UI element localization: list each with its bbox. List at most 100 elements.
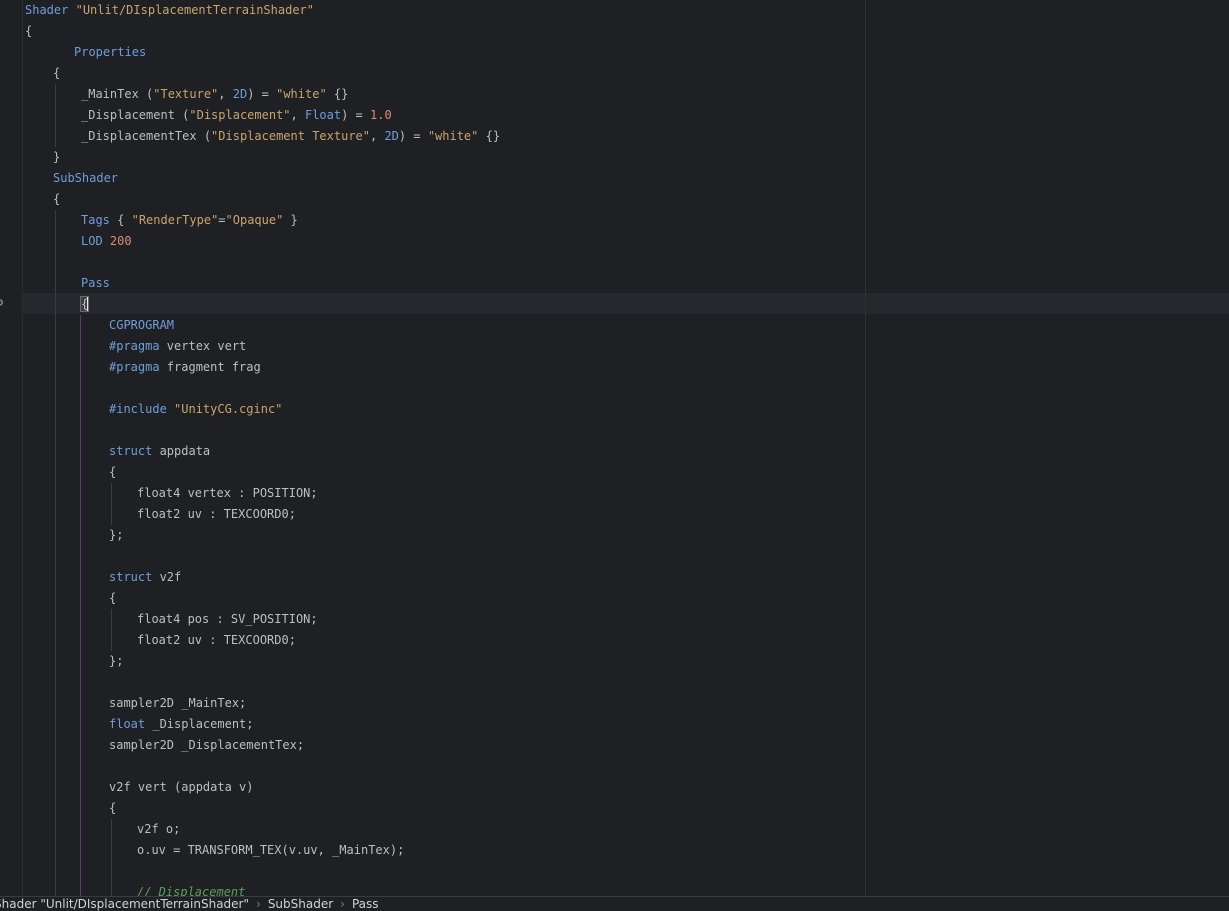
code-line[interactable]: float4 pos : SV_POSITION;	[137, 609, 318, 630]
code-token: ,	[370, 129, 385, 143]
code-line[interactable]: sampler2D _MainTex;	[109, 693, 246, 714]
code-line[interactable]: // Displacement	[137, 882, 245, 896]
code-line[interactable]: };	[109, 525, 123, 546]
code-token: };	[109, 528, 124, 542]
current-line-highlight	[23, 293, 1229, 314]
code-token: "Texture"	[153, 87, 219, 101]
code-token: };	[109, 654, 124, 668]
indent-guide	[111, 609, 112, 651]
code-token: Float	[304, 108, 342, 122]
code-token: 200	[109, 234, 132, 248]
code-token: v2f	[152, 570, 182, 584]
code-token: {}	[478, 129, 501, 143]
code-token: o.uv = TRANSFORM_TEX(v.uv, _MainTex);	[137, 843, 405, 857]
code-token: _MainTex (	[81, 87, 154, 101]
indent-guide	[55, 84, 56, 147]
code-token: sampler2D _MainTex;	[109, 696, 247, 710]
code-line[interactable]: #include "UnityCG.cginc"	[109, 399, 282, 420]
code-line[interactable]: v2f o;	[137, 819, 180, 840]
code-token: #include	[109, 402, 167, 416]
code-token: "RenderType"	[131, 213, 219, 227]
code-line[interactable]: float4 vertex : POSITION;	[137, 483, 318, 504]
code-token: float4 pos : SV_POSITION;	[137, 612, 318, 626]
breadcrumb-separator: ›	[256, 897, 261, 911]
code-line[interactable]: {	[109, 798, 116, 819]
code-line[interactable]: _MainTex ("Texture", 2D) = "white" {}	[81, 84, 348, 105]
indent-guide	[111, 819, 112, 896]
code-line[interactable]: #pragma fragment frag	[109, 357, 261, 378]
code-line[interactable]: Properties	[74, 42, 146, 63]
code-line[interactable]: {	[79, 294, 90, 315]
code-token: "UnityCG.cginc"	[174, 402, 283, 416]
code-line[interactable]: float2 uv : TEXCOORD0;	[137, 630, 296, 651]
code-line[interactable]: #pragma vertex vert	[109, 336, 246, 357]
code-line[interactable]: {	[53, 63, 60, 84]
code-line[interactable]: LOD 200	[81, 231, 132, 252]
code-token: Pass	[81, 276, 110, 290]
code-token: {	[53, 66, 61, 80]
code-token: #pragma	[109, 360, 160, 374]
code-token: 2D	[232, 87, 248, 101]
code-token: Shader	[25, 3, 69, 17]
code-line[interactable]: Shader "Unlit/DIsplacementTerrainShader"	[25, 0, 314, 21]
code-line[interactable]: o.uv = TRANSFORM_TEX(v.uv, _MainTex);	[137, 840, 404, 861]
code-token: sampler2D _DisplacementTex;	[109, 738, 305, 752]
code-line[interactable]: CGPROGRAM	[109, 315, 174, 336]
code-token: ,	[218, 87, 233, 101]
code-line[interactable]: v2f vert (appdata v)	[109, 777, 254, 798]
breadcrumb-item-shader[interactable]: Shader "Unlit/DIsplacementTerrainShader"	[0, 897, 253, 911]
code-token: {	[53, 192, 61, 206]
code-line[interactable]: Tags { "RenderType"="Opaque" }	[81, 210, 298, 231]
breadcrumb-separator: ›	[340, 897, 345, 911]
code-token: SubShader	[53, 171, 119, 185]
code-token: struct	[109, 444, 153, 458]
code-token: {	[109, 591, 117, 605]
code-token: LOD	[81, 234, 103, 248]
code-line[interactable]: };	[109, 651, 123, 672]
code-token: =	[218, 213, 226, 227]
code-line[interactable]: _Displacement ("Displacement", Float) = …	[81, 105, 392, 126]
code-line[interactable]: struct appdata	[109, 441, 210, 462]
code-token: _Displacement (	[81, 108, 190, 122]
code-token: v2f o;	[137, 822, 181, 836]
code-token: _Displacement;	[145, 717, 254, 731]
code-token: ,	[290, 108, 305, 122]
code-line[interactable]: {	[25, 21, 32, 42]
code-token: // Displacement	[137, 885, 246, 896]
code-token: "white"	[276, 87, 327, 101]
code-line[interactable]: {	[53, 189, 60, 210]
code-line[interactable]: sampler2D _DisplacementTex;	[109, 735, 304, 756]
code-token: "Displacement Texture"	[211, 129, 370, 143]
code-token: Properties	[74, 45, 147, 59]
indent-guide	[55, 210, 56, 896]
code-token: "Unlit/DIsplacementTerrainShader"	[75, 3, 315, 17]
code-line[interactable]: float _Displacement;	[109, 714, 254, 735]
code-token: {	[109, 213, 132, 227]
code-line[interactable]: {	[109, 588, 116, 609]
breadcrumb-item-pass[interactable]: Pass	[348, 897, 383, 911]
code-editor[interactable]: ⚙ Shader "Unlit/DIsplacementTerrainShade…	[0, 0, 1229, 896]
right-margin-guide	[865, 0, 866, 896]
code-line[interactable]: }	[53, 147, 60, 168]
code-line[interactable]: {	[109, 462, 116, 483]
code-token: appdata	[152, 444, 211, 458]
code-line[interactable]: Pass	[81, 273, 110, 294]
breadcrumb-item-subshader[interactable]: SubShader	[264, 897, 337, 911]
code-token: _DisplacementTex (	[81, 129, 212, 143]
code-token: CGPROGRAM	[109, 318, 175, 332]
code-token: ) =	[247, 87, 277, 101]
code-line[interactable]: _DisplacementTex ("Displacement Texture"…	[81, 126, 500, 147]
code-token: #pragma	[109, 339, 160, 353]
text-caret	[87, 297, 90, 312]
code-token: {	[25, 24, 33, 38]
breadcrumb: Shader "Unlit/DIsplacementTerrainShader"…	[0, 896, 1229, 911]
gear-icon[interactable]: ⚙	[0, 296, 6, 308]
code-token: float2 uv : TEXCOORD0;	[137, 507, 296, 521]
code-token: fragment frag	[159, 360, 261, 374]
code-line[interactable]: SubShader	[53, 168, 118, 189]
code-token: float4 vertex : POSITION;	[137, 486, 318, 500]
code-line[interactable]: struct v2f	[109, 567, 181, 588]
code-line[interactable]: float2 uv : TEXCOORD0;	[137, 504, 296, 525]
code-token: "white"	[427, 129, 479, 143]
